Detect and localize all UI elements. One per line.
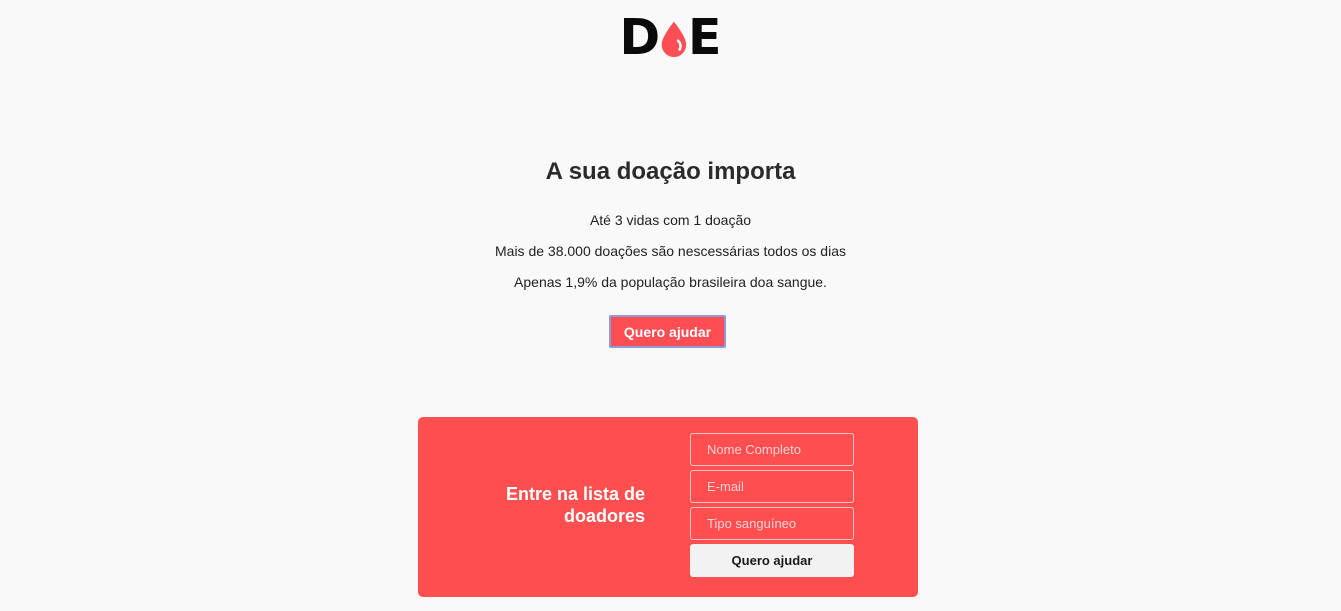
donor-signup-panel: Entre na lista de doadores Quero ajudar bbox=[418, 417, 918, 597]
name-input[interactable] bbox=[690, 433, 854, 466]
page-title: A sua doação importa bbox=[545, 158, 796, 185]
header: D E bbox=[0, 9, 1341, 66]
blood-drop-icon bbox=[661, 21, 687, 58]
hero-facts: Até 3 vidas com 1 doação Mais de 38.000 … bbox=[0, 205, 1341, 298]
blood-type-input[interactable] bbox=[690, 507, 854, 540]
submit-button[interactable]: Quero ajudar bbox=[690, 544, 854, 577]
hero-fact-3: Apenas 1,9% da população brasileira doa … bbox=[514, 274, 827, 290]
logo-letter-e: E bbox=[688, 9, 722, 66]
logo-letter-d: D bbox=[619, 9, 661, 66]
quero-ajudar-button[interactable]: Quero ajudar bbox=[609, 315, 726, 348]
hero-section: A sua doação importa Até 3 vidas com 1 d… bbox=[0, 156, 1341, 348]
email-input[interactable] bbox=[690, 470, 854, 503]
donor-signup-title: Entre na lista de doadores bbox=[505, 484, 645, 526]
hero-fact-1: Até 3 vidas com 1 doação bbox=[589, 212, 752, 228]
hero-fact-2: Mais de 38.000 doações são nescessárias … bbox=[495, 243, 846, 259]
logo: D E bbox=[619, 9, 722, 66]
donor-signup-form: Quero ajudar bbox=[690, 433, 854, 577]
